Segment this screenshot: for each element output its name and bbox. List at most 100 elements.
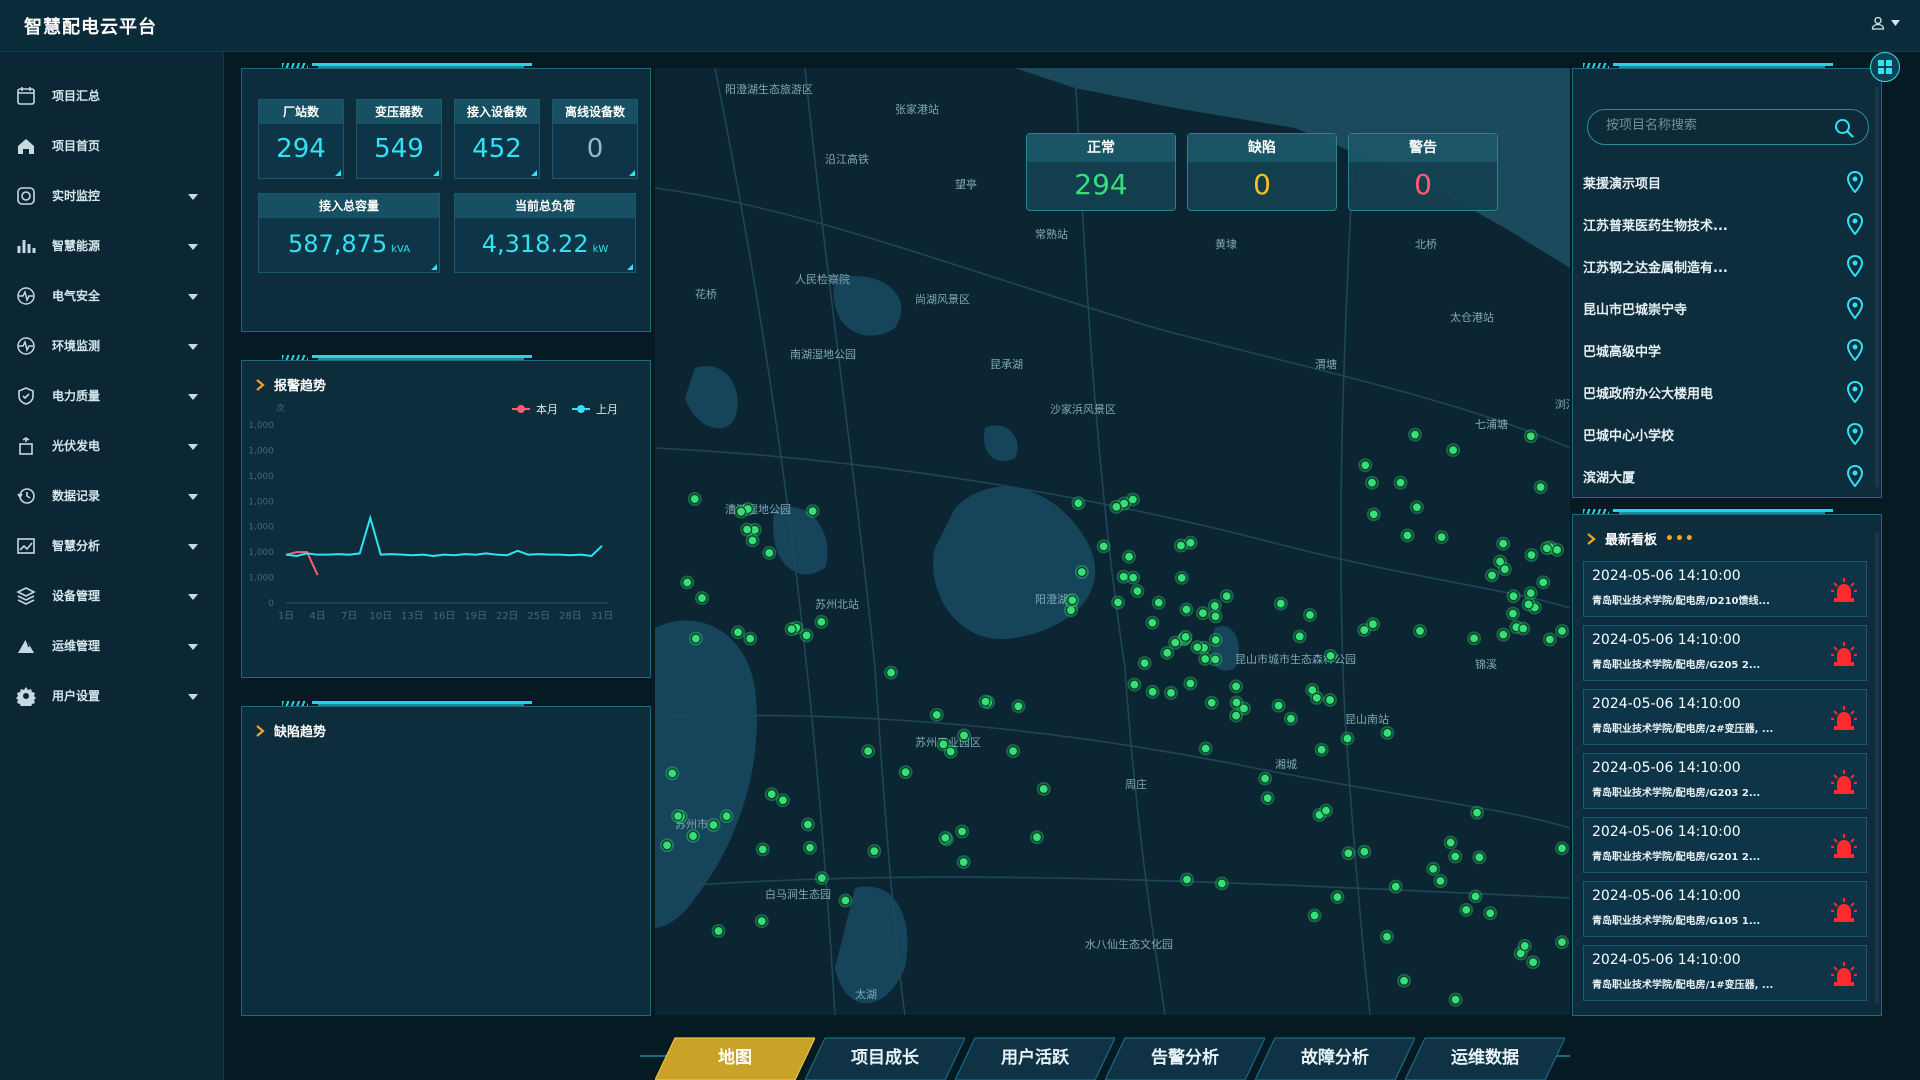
chevron-down-icon[interactable] [188,594,198,600]
station-marker[interactable] [1273,700,1284,711]
station-marker[interactable] [1508,591,1519,602]
station-marker[interactable] [1176,572,1187,583]
station-marker[interactable] [1535,482,1546,493]
station-marker[interactable] [1210,634,1221,646]
station-marker[interactable] [1398,975,1410,986]
station-marker[interactable] [1411,502,1423,513]
station-marker[interactable] [1395,477,1406,488]
station-marker[interactable] [1210,611,1221,622]
station-marker[interactable] [1221,591,1232,602]
search-input[interactable] [1606,118,1826,133]
sidebar-item-6[interactable]: 环境监测 [0,323,224,369]
station-marker[interactable] [1210,654,1221,665]
station-marker[interactable] [1180,631,1191,642]
station-marker[interactable] [1230,710,1242,721]
station-marker[interactable] [1147,686,1158,697]
station-marker[interactable] [1486,570,1498,581]
station-marker[interactable] [1523,599,1534,610]
station-marker[interactable] [1498,538,1509,549]
station-marker[interactable] [1216,878,1227,889]
station-marker[interactable] [742,524,753,535]
station-marker[interactable] [1129,679,1140,690]
station-marker[interactable] [1132,586,1143,597]
station-marker[interactable] [687,830,699,842]
station-marker[interactable] [786,624,797,635]
station-marker[interactable] [689,493,700,505]
chevron-down-icon[interactable] [188,244,198,250]
chevron-down-icon[interactable] [188,344,198,350]
station-marker[interactable] [1304,609,1316,621]
board-item[interactable]: 2024-05-06 14:10:00 青岛职业技术学院/配电房/2#变压器, .… [1583,689,1867,745]
location-pin-icon[interactable] [1847,381,1863,403]
station-marker[interactable] [1209,600,1221,611]
station-marker[interactable] [1552,544,1563,555]
sidebar-item-5[interactable]: 电气安全 [0,273,224,319]
sidebar-item-10[interactable]: 智慧分析 [0,523,224,569]
station-marker[interactable] [1073,498,1084,509]
station-marker[interactable] [958,856,969,868]
board-item[interactable]: 2024-05-06 14:10:00 青岛职业技术学院/配电房/G205 2..… [1583,625,1867,681]
station-marker[interactable] [1013,701,1024,712]
station-marker[interactable] [1231,697,1242,708]
project-item[interactable]: 滨湖大厦 [1583,455,1873,487]
project-item[interactable]: 昆山市巴城崇宁寺 [1583,287,1873,329]
station-marker[interactable] [1316,744,1327,755]
station-marker[interactable] [1409,429,1421,440]
station-marker[interactable] [1147,617,1158,628]
station-marker[interactable] [1390,881,1401,892]
station-marker[interactable] [777,795,789,806]
station-marker[interactable] [1038,783,1049,795]
station-marker[interactable] [1541,543,1553,554]
station-marker[interactable] [732,627,744,638]
station-marker[interactable] [745,633,756,644]
board-item[interactable]: 2024-05-06 14:10:00 青岛职业技术学院/配电房/D210馈线..… [1583,561,1867,617]
project-item[interactable]: 江苏普莱医药生物技术... [1583,203,1873,245]
project-item[interactable]: 江苏钢之达金属制造有... [1583,245,1873,287]
station-marker[interactable] [1181,604,1192,615]
station-marker[interactable] [900,767,911,778]
station-marker[interactable] [1367,619,1379,630]
location-pin-icon[interactable] [1847,255,1863,277]
station-marker[interactable] [1067,595,1078,606]
station-marker[interactable] [938,739,949,750]
station-marker[interactable] [1366,477,1378,488]
tab-5[interactable]: 故障分析 [1260,1036,1410,1080]
station-marker[interactable] [1448,445,1459,456]
board-item[interactable]: 2024-05-06 14:10:00 青岛职业技术学院/配电房/G201 2..… [1583,817,1867,873]
station-marker[interactable] [1123,551,1135,562]
station-marker[interactable] [1185,678,1196,689]
station-marker[interactable] [1445,837,1456,848]
station-marker[interactable] [766,789,777,800]
station-marker[interactable] [1498,629,1509,640]
station-marker[interactable] [1181,874,1193,885]
station-marker[interactable] [1450,851,1461,862]
station-marker[interactable] [1325,650,1336,661]
chevron-down-icon[interactable] [188,694,198,700]
station-marker[interactable] [1175,540,1187,551]
tab-6[interactable]: 运维数据 [1410,1036,1560,1080]
tab-1[interactable]: 地图 [660,1036,810,1080]
scrollbar[interactable] [1875,87,1879,487]
station-marker[interactable] [667,768,678,779]
station-marker[interactable] [1381,931,1393,942]
tab-3[interactable]: 用户活跃 [960,1036,1110,1080]
station-marker[interactable] [1526,549,1537,561]
station-marker[interactable] [1474,852,1485,863]
station-marker[interactable] [1192,642,1203,653]
station-marker[interactable] [735,506,747,517]
station-marker[interactable] [802,819,813,830]
station-marker[interactable] [1275,598,1286,609]
location-pin-icon[interactable] [1847,171,1863,193]
sidebar-item-1[interactable]: 项目汇总 [0,73,224,119]
station-marker[interactable] [690,633,701,644]
user-menu[interactable] [1871,16,1900,30]
station-marker[interactable] [721,811,732,822]
station-marker[interactable] [1309,910,1320,921]
location-pin-icon[interactable] [1847,339,1863,361]
sidebar-item-7[interactable]: 电力质量 [0,373,224,419]
station-marker[interactable] [1368,509,1379,520]
station-marker[interactable] [1556,843,1568,854]
station-marker[interactable] [1544,634,1555,645]
station-marker[interactable] [1111,501,1122,512]
station-marker[interactable] [957,826,968,837]
